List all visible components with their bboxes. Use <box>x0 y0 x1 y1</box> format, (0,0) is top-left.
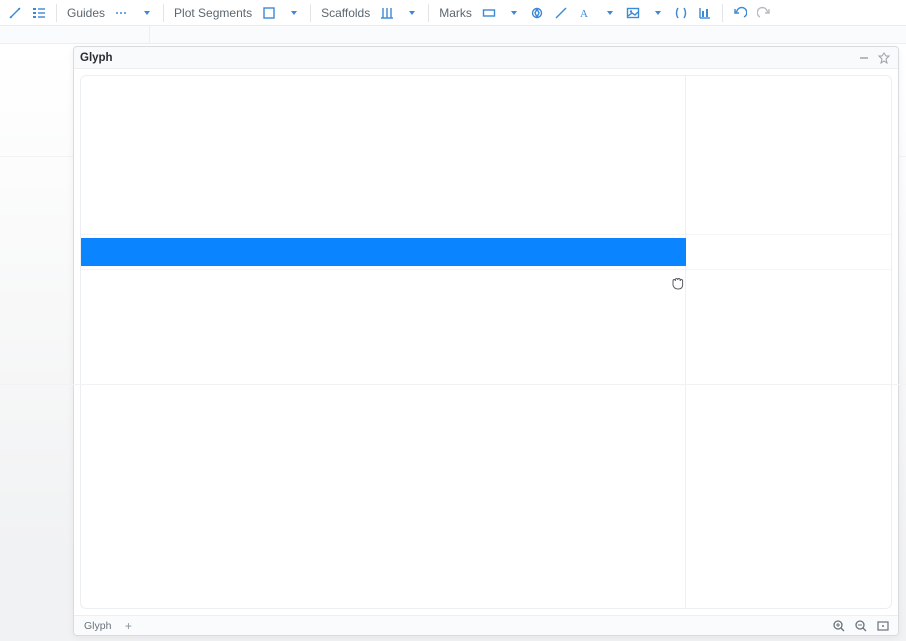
mark-text-dropdown[interactable] <box>598 2 620 24</box>
legend-tool-icon[interactable] <box>28 2 50 24</box>
mark-icon-icon[interactable] <box>670 2 692 24</box>
svg-text:A: A <box>580 8 588 20</box>
mark-dataaxis-icon[interactable] <box>694 2 716 24</box>
plot-segments-label: Plot Segments <box>170 6 256 20</box>
zoom-out-button[interactable] <box>852 618 870 634</box>
chevron-down-icon <box>291 11 297 15</box>
undo-button[interactable] <box>729 2 751 24</box>
glyph-tab[interactable]: Glyph <box>80 619 115 633</box>
chevron-down-icon <box>144 11 150 15</box>
toolbar-separator <box>56 4 57 22</box>
panel-title: Glyph <box>80 52 113 64</box>
scaffold-columns-icon[interactable] <box>376 2 398 24</box>
toolbar-separator <box>428 4 429 22</box>
guides-label: Guides <box>63 6 109 20</box>
chevron-down-icon <box>511 11 517 15</box>
guide-horizontal-icon[interactable] <box>111 2 133 24</box>
toolbar: Guides Plot Segments Scaffolds Marks A <box>0 0 906 26</box>
redo-button[interactable] <box>753 2 775 24</box>
panel-footer-tools <box>830 618 892 634</box>
mark-text-icon[interactable]: A <box>574 2 596 24</box>
workspace: Glyph Glyph <box>0 44 906 641</box>
add-glyph-button[interactable]: + <box>121 619 135 633</box>
glyph-panel: Glyph Glyph <box>73 46 899 636</box>
chevron-down-icon <box>655 11 661 15</box>
zoom-fit-button[interactable] <box>874 618 892 634</box>
canvas-guide-horizontal <box>81 269 891 270</box>
plot-segment-region-icon[interactable] <box>258 2 280 24</box>
glyph-canvas[interactable] <box>80 75 892 609</box>
mark-symbol-icon[interactable] <box>526 2 548 24</box>
canvas-guide-vertical <box>685 76 686 608</box>
mark-rectangle-icon[interactable] <box>478 2 500 24</box>
mark-image-icon[interactable] <box>622 2 644 24</box>
chevron-down-icon <box>607 11 613 15</box>
glyph-rectangle-mark[interactable] <box>81 238 686 266</box>
plot-segment-dropdown[interactable] <box>282 2 304 24</box>
chevron-down-icon <box>409 11 415 15</box>
mark-line-icon[interactable] <box>550 2 572 24</box>
panel-header-actions <box>856 50 892 66</box>
panel-minimize-button[interactable] <box>856 50 872 66</box>
panel-footer-tabs: Glyph + <box>80 619 135 633</box>
grab-cursor-icon <box>669 274 687 292</box>
toolbar-separator <box>163 4 164 22</box>
canvas-guide-horizontal <box>81 234 891 235</box>
panel-footer: Glyph + <box>74 615 898 635</box>
secondary-strip <box>0 26 906 44</box>
zoom-in-button[interactable] <box>830 618 848 634</box>
scaffold-dropdown[interactable] <box>400 2 422 24</box>
toolbar-separator <box>310 4 311 22</box>
toolbar-separator <box>722 4 723 22</box>
mark-image-dropdown[interactable] <box>646 2 668 24</box>
scaffolds-label: Scaffolds <box>317 6 374 20</box>
panel-pin-button[interactable] <box>876 50 892 66</box>
marks-label: Marks <box>435 6 476 20</box>
guide-horizontal-dropdown[interactable] <box>135 2 157 24</box>
mark-rectangle-dropdown[interactable] <box>502 2 524 24</box>
link-tool-icon[interactable] <box>4 2 26 24</box>
panel-header: Glyph <box>74 47 898 69</box>
